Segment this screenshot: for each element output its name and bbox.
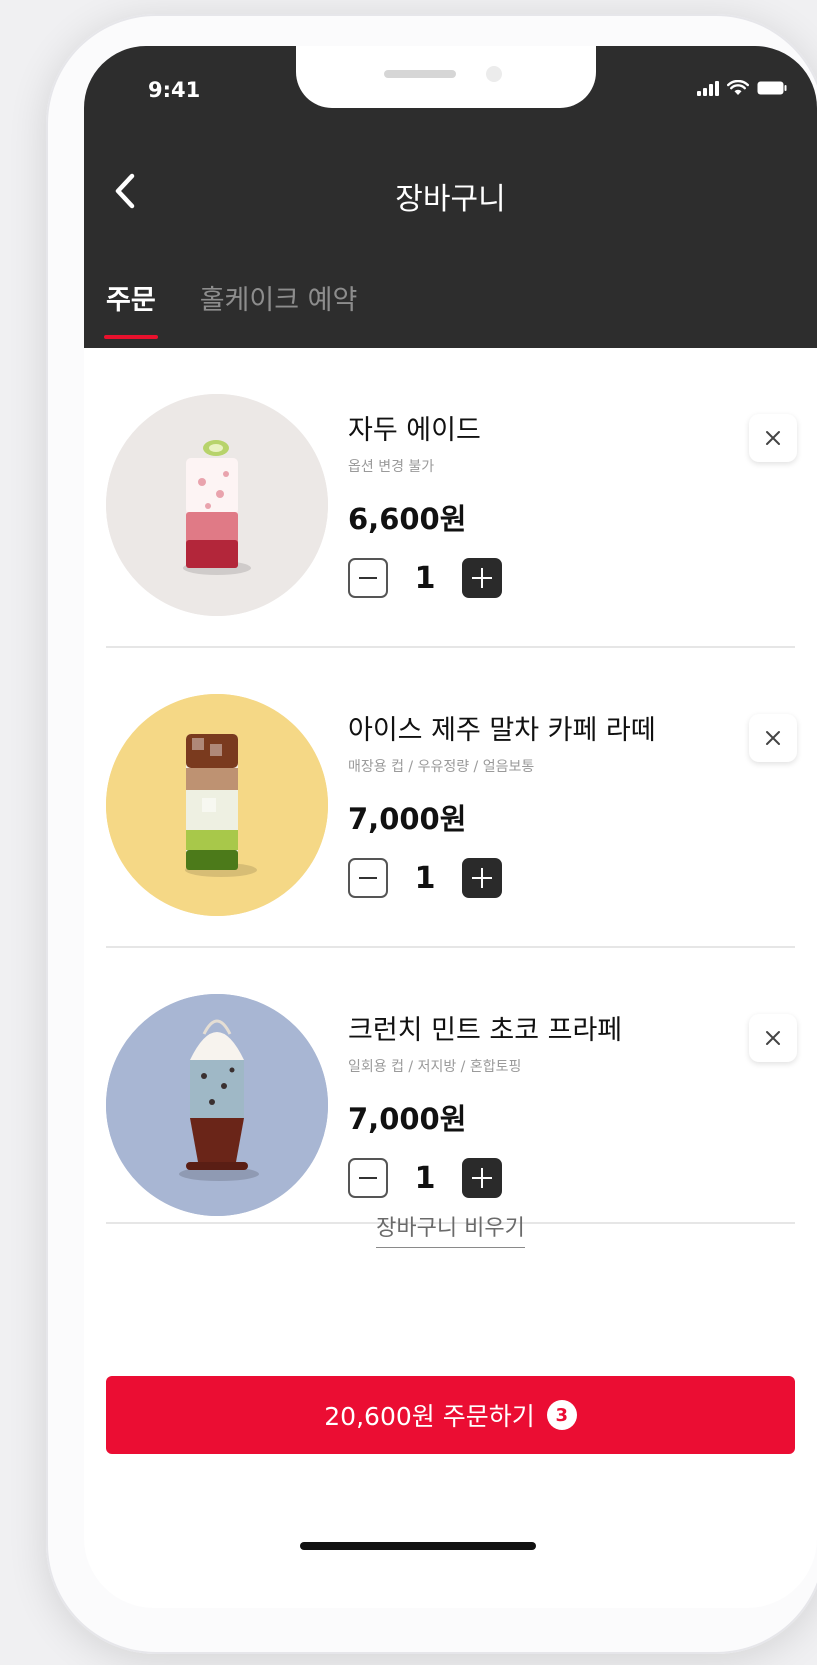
signal-icon — [697, 80, 719, 96]
tab-order[interactable]: 주문 — [104, 278, 158, 339]
increase-quantity-button[interactable] — [462, 858, 502, 898]
quantity-value: 1 — [414, 560, 436, 596]
cart-item: 아이스 제주 말차 카페 라떼 매장용 컵 / 우유정량 / 얼음보통 7,00… — [84, 648, 817, 948]
tab-bar: 주문 홀케이크 예약 — [104, 278, 358, 339]
status-icons — [697, 80, 787, 96]
quantity-stepper: 1 — [348, 1158, 502, 1198]
product-image — [106, 694, 328, 916]
battery-icon — [757, 81, 787, 95]
page-title: 장바구니 — [395, 182, 506, 217]
clear-cart: 장바구니 비우기 — [84, 1210, 817, 1248]
minus-icon — [359, 877, 377, 879]
speaker-grille — [384, 70, 456, 78]
order-button[interactable]: 20,600원 주문하기 3 — [106, 1376, 795, 1454]
close-icon — [766, 431, 780, 445]
app-header: 9:41 장바구니 주문 홀케이크 예약 — [84, 46, 817, 348]
plus-icon — [472, 568, 492, 588]
increase-quantity-button[interactable] — [462, 558, 502, 598]
camera-dot — [486, 66, 502, 82]
remove-item-button[interactable] — [749, 714, 797, 762]
product-options: 매장용 컵 / 우유정량 / 얼음보통 — [348, 759, 535, 775]
order-button-label: 20,600원 주문하기 — [324, 1402, 535, 1431]
decrease-quantity-button[interactable] — [348, 1158, 388, 1198]
remove-item-button[interactable] — [749, 414, 797, 462]
status-time: 9:41 — [148, 78, 201, 102]
app-screen: 9:41 장바구니 주문 홀케이크 예약 자두 에이드 옵션 변경 불가 6,6… — [84, 46, 817, 1608]
product-image — [106, 394, 328, 616]
wifi-icon — [727, 80, 749, 96]
cart-item: 자두 에이드 옵션 변경 불가 6,600원 1 — [84, 348, 817, 648]
quantity-value: 1 — [414, 860, 436, 896]
quantity-stepper: 1 — [348, 858, 502, 898]
minus-icon — [359, 1177, 377, 1179]
decrease-quantity-button[interactable] — [348, 558, 388, 598]
close-icon — [766, 1031, 780, 1045]
quantity-value: 1 — [414, 1160, 436, 1196]
increase-quantity-button[interactable] — [462, 1158, 502, 1198]
tab-whole-cake-reservation[interactable]: 홀케이크 예약 — [200, 278, 358, 339]
product-name: 아이스 제주 말차 카페 라떼 — [348, 715, 656, 746]
close-icon — [766, 731, 780, 745]
home-indicator — [300, 1542, 536, 1550]
product-price: 7,000원 — [348, 802, 467, 836]
product-options: 일회용 컵 / 저지방 / 혼합토핑 — [348, 1059, 522, 1075]
minus-icon — [359, 577, 377, 579]
plus-icon — [472, 1168, 492, 1188]
clear-cart-link[interactable]: 장바구니 비우기 — [376, 1216, 525, 1248]
remove-item-button[interactable] — [749, 1014, 797, 1062]
product-name: 크런치 민트 초코 프라페 — [348, 1015, 623, 1046]
product-image — [106, 994, 328, 1216]
plus-icon — [472, 868, 492, 888]
decrease-quantity-button[interactable] — [348, 858, 388, 898]
cart-item: 크런치 민트 초코 프라페 일회용 컵 / 저지방 / 혼합토핑 7,000원 … — [84, 948, 817, 1248]
item-count-badge: 3 — [546, 1400, 577, 1430]
device-notch — [296, 46, 596, 108]
product-price: 6,600원 — [348, 502, 467, 536]
quantity-stepper: 1 — [348, 558, 502, 598]
product-name: 자두 에이드 — [348, 415, 481, 446]
product-options: 옵션 변경 불가 — [348, 459, 435, 475]
product-price: 7,000원 — [348, 1102, 467, 1136]
